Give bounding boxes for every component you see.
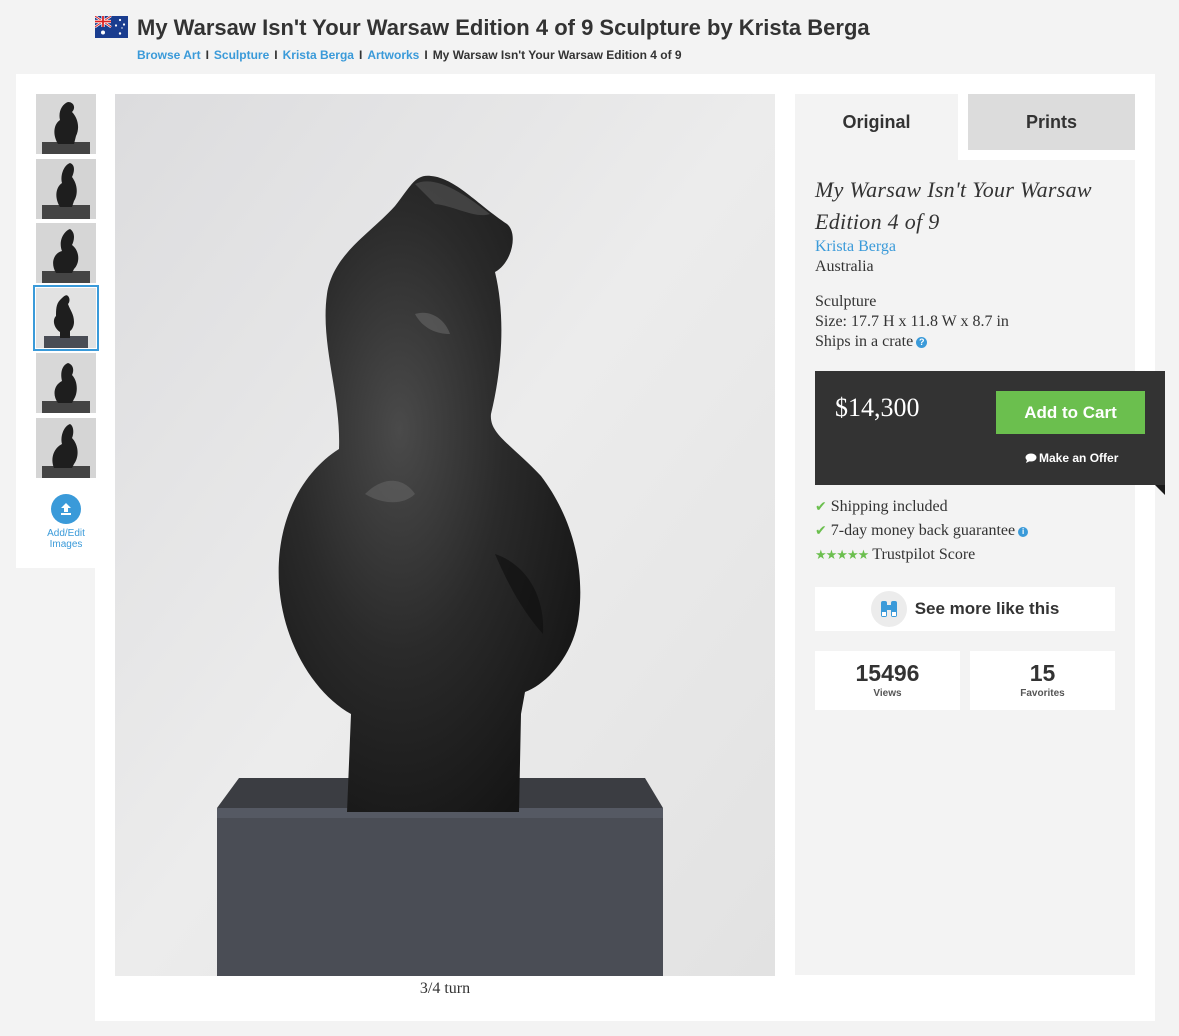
favorites-count: 15 [1029,660,1056,686]
australia-flag-icon [95,16,128,38]
breadcrumb-sculpture[interactable]: Sculpture [214,48,269,62]
thumbnail[interactable] [36,223,96,283]
add-edit-images-button[interactable]: Add/Edit Images [36,494,96,550]
tab-original[interactable]: Original [795,94,958,160]
thumbnail[interactable] [36,353,96,413]
views-count: 15496 [855,660,920,686]
price-box: $14,300 Add to Cart Make an Offer [815,371,1165,485]
tab-underlay [958,150,1135,160]
purchase-panel: Original Prints My Warsaw Isn't Your War… [795,94,1165,975]
info-icon[interactable]: i [1018,527,1029,537]
see-more-label: See more like this [914,599,1060,618]
thumbnail[interactable] [36,418,96,478]
views-stat: 15496 Views [815,651,960,710]
perk-trustpilot[interactable]: ★★★★★ Trustpilot Score [815,546,975,564]
thumbnail-selected[interactable] [33,285,99,351]
page-title: My Warsaw Isn't Your Warsaw Edition 4 of… [137,15,870,40]
shipping-method-text: Ships in a crate [815,333,914,350]
upload-label-line2: Images [49,539,83,550]
sculpture-photo [115,94,775,976]
binoculars-icon [870,591,907,627]
breadcrumb-separator: I [274,48,278,62]
perk-shipping: ✔ Shipping included [815,498,948,516]
favorites-stat[interactable]: 15 Favorites [970,651,1115,710]
tab-bar: Original Prints [795,94,1135,160]
views-label: Views [873,688,902,699]
price: $14,300 [835,393,920,422]
thumbnail[interactable] [36,159,96,219]
artwork-medium: Sculpture [815,293,877,310]
check-icon: ✔ [815,523,827,539]
breadcrumb-artworks[interactable]: Artworks [367,48,419,62]
artwork-size: Size: 17.7 H x 11.8 W x 8.7 in [815,313,1009,330]
image-caption: 3/4 turn [419,980,471,997]
perk-trustpilot-label: Trustpilot Score [872,546,976,563]
breadcrumb-separator: I [205,48,209,62]
add-edit-images-label: Add/Edit Images [36,528,96,550]
make-offer-label: Make an Offer [1039,451,1119,465]
artwork-title: My Warsaw Isn't Your Warsaw Edition 4 of… [815,174,1125,238]
perk-guarantee: ✔ 7-day money back guarantee i [815,522,1029,540]
shipping-method: Ships in a crate? [815,332,928,352]
chat-bubble-icon [1025,453,1037,463]
thumbnail-strip: Add/Edit Images [16,74,99,568]
price-box-fold [1155,485,1165,495]
breadcrumb-separator: I [424,48,428,62]
breadcrumb: Browse Art I Sculpture I Krista Berga I Artwor… [137,48,682,62]
breadcrumb-browse-art[interactable]: Browse Art [137,48,201,62]
perk-shipping-label: Shipping included [830,498,948,515]
artist-country: Australia [815,258,874,275]
see-more-button[interactable]: See more like this [815,587,1115,631]
thumbnail[interactable] [36,94,96,154]
add-to-cart-button[interactable]: Add to Cart [996,391,1145,434]
upload-label-line1: Add/Edit [47,528,85,539]
check-icon: ✔ [815,499,827,515]
help-icon[interactable]: ? [916,337,928,348]
favorites-label: Favorites [1020,688,1065,699]
rating-stars-icon: ★★★★★ [815,548,869,563]
breadcrumb-separator: I [358,48,363,62]
tab-prints[interactable]: Prints [968,94,1135,150]
breadcrumb-artist[interactable]: Krista Berga [283,48,354,62]
make-offer-link[interactable]: Make an Offer [1025,451,1118,465]
upload-icon [51,494,81,524]
artist-link[interactable]: Krista Berga [815,237,896,257]
artwork-card: 3/4 turn Original Prints My Warsaw Isn't… [95,74,1165,1021]
artwork-title-line1: My Warsaw Isn't Your Warsaw [815,177,1092,202]
main-artwork-image[interactable] [115,94,775,976]
perk-guarantee-label: 7-day money back guarantee [830,522,1016,539]
artwork-title-line2: Edition 4 of 9 [815,209,940,234]
breadcrumb-current: My Warsaw Isn't Your Warsaw Edition 4 of… [432,48,682,62]
